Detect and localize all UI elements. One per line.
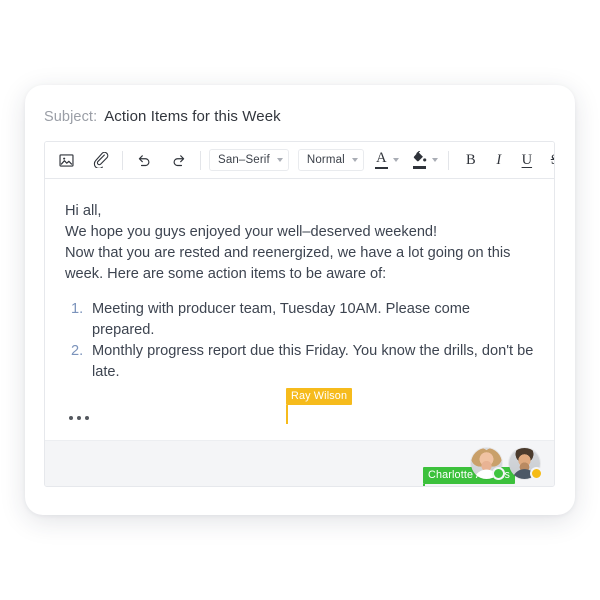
status-dot-away xyxy=(530,467,543,480)
status-dot-online xyxy=(492,467,505,480)
paperclip-icon[interactable] xyxy=(88,147,114,173)
toolbar-divider-1 xyxy=(122,150,123,170)
subject-value[interactable]: Action Items for this Week xyxy=(104,108,281,125)
toolbar-divider-3 xyxy=(447,150,449,170)
undo-icon[interactable] xyxy=(131,147,157,173)
italic-button[interactable]: I xyxy=(485,147,513,173)
collaborator-caret xyxy=(286,405,288,424)
subject-row: Subject: Action Items for this Week xyxy=(44,108,281,125)
highlight-color-button[interactable] xyxy=(410,151,440,169)
ellipsis-dot xyxy=(77,416,81,420)
avatar[interactable] xyxy=(509,448,543,480)
text-color-button[interactable]: A xyxy=(373,151,401,170)
chevron-down-icon xyxy=(276,158,283,162)
text-color-letter: A xyxy=(376,149,387,166)
underline-button[interactable]: U xyxy=(513,147,541,173)
editor-toolbar: San–Serif Normal A B I U xyxy=(45,142,554,179)
text-color-icon: A xyxy=(374,149,388,170)
more-options-button[interactable] xyxy=(66,412,92,424)
chevron-down-icon xyxy=(351,158,358,162)
paint-bucket-icon xyxy=(412,151,427,169)
collaborator-caret xyxy=(423,484,425,486)
email-composer-card: Subject: Action Items for this Week San–… xyxy=(25,85,575,515)
toolbar-divider-2 xyxy=(200,150,201,170)
bold-button[interactable]: B xyxy=(457,147,485,173)
body-line-2: We hope you guys enjoyed your well–deser… xyxy=(65,224,438,240)
rich-text-editor: San–Serif Normal A B I U Hi all, We hope… xyxy=(44,141,555,487)
collaborator-name-label: Ray Wilson xyxy=(286,388,353,405)
redo-icon[interactable] xyxy=(166,147,192,173)
action-items-list: 1. Meeting with producer team, Tuesday 1… xyxy=(65,299,534,383)
list-item: 2. Monthly progress report due this Frid… xyxy=(65,341,534,383)
list-item-marker: 2. xyxy=(71,343,84,359)
list-item: 1. Meeting with producer team, Tuesday 1… xyxy=(65,299,534,341)
editor-content-area[interactable]: Hi all, We hope you guys enjoyed your we… xyxy=(45,179,554,486)
ellipsis-dot xyxy=(85,416,89,420)
ellipsis-dot xyxy=(69,416,73,420)
chevron-down-icon xyxy=(431,157,438,162)
strikethrough-button[interactable]: S xyxy=(541,147,554,173)
body-paragraph: Hi all, We hope you guys enjoyed your we… xyxy=(65,201,534,285)
list-item-marker: 1. xyxy=(71,301,84,317)
list-item-text: Meeting with producer team, Tuesday 10AM… xyxy=(92,301,471,338)
avatar[interactable] xyxy=(471,448,505,480)
font-family-select[interactable]: San–Serif xyxy=(209,149,289,171)
chevron-down-icon xyxy=(392,157,399,162)
font-size-value: Normal xyxy=(306,154,345,166)
subject-label: Subject: xyxy=(44,109,98,125)
image-icon[interactable] xyxy=(53,147,79,173)
body-line-greeting: Hi all, xyxy=(65,203,102,219)
font-size-select[interactable]: Normal xyxy=(297,149,364,171)
font-family-value: San–Serif xyxy=(218,154,270,166)
body-line-3: Now that you are rested and reenergized,… xyxy=(65,245,511,261)
body-line-4: week. Here are some action items to be a… xyxy=(65,266,387,282)
list-item-text: Monthly progress report due this Friday.… xyxy=(92,343,534,380)
